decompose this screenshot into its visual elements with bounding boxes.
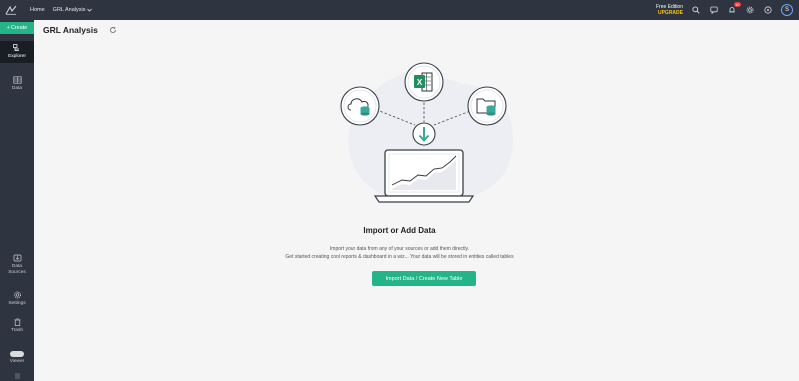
download-arrow-icon xyxy=(412,122,436,146)
sidebar-item-label: Explorer xyxy=(8,54,26,59)
empty-state-title: Import or Add Data xyxy=(363,226,436,235)
sidebar-item-trash[interactable]: Trash xyxy=(0,318,34,334)
home-link[interactable]: Home xyxy=(30,7,45,13)
chat-icon[interactable] xyxy=(709,5,719,15)
plus-icon: + xyxy=(6,25,10,31)
sidebar-item-label: Viewer xyxy=(9,359,25,364)
upgrade-link[interactable]: UPGRADE xyxy=(656,10,683,16)
sidebar-item-explorer[interactable]: Explorer xyxy=(0,41,34,63)
sidebar-item-label: Trash xyxy=(10,328,24,333)
app-logo-icon[interactable] xyxy=(0,0,22,20)
trash-icon xyxy=(14,318,20,326)
sidebar-item-settings[interactable]: Settings xyxy=(0,291,34,307)
laptop-chart-icon xyxy=(373,149,475,203)
empty-state-description-line2: Get started creating cool reports & dash… xyxy=(285,254,514,260)
sidebar-item-data[interactable]: Data xyxy=(0,76,34,92)
sidebar-item-label: Data xyxy=(11,86,23,91)
excel-icon: X xyxy=(404,62,444,102)
collapse-sidebar-button[interactable] xyxy=(0,372,34,381)
refresh-icon[interactable] xyxy=(109,26,117,34)
sidebar-item-viewer[interactable]: Viewer xyxy=(0,351,34,365)
import-data-button[interactable]: Import Data / Create New Table xyxy=(372,271,476,286)
folder-database-icon xyxy=(467,86,507,126)
explorer-icon xyxy=(12,44,19,51)
sidebar-item-label-line2: Sources xyxy=(8,269,26,275)
import-data-illustration: X xyxy=(340,62,514,203)
viewer-toggle[interactable] xyxy=(10,351,24,357)
sidebar-item-label-line1: Data xyxy=(11,264,23,269)
help-icon[interactable] xyxy=(763,5,773,15)
top-bar: Home GRL Analysis Free Edition UPGRADE 1… xyxy=(0,0,799,20)
edition-info[interactable]: Free Edition UPGRADE xyxy=(656,4,683,16)
menu-icon xyxy=(14,373,20,379)
empty-state-description-line1: Import your data from any of your source… xyxy=(329,246,470,252)
gear-icon[interactable] xyxy=(745,5,755,15)
page-title: GRL Analysis xyxy=(43,25,98,35)
workspace-dropdown[interactable]: GRL Analysis xyxy=(53,7,93,13)
table-icon xyxy=(12,76,22,84)
user-avatar[interactable]: S xyxy=(781,4,793,16)
cloud-database-icon xyxy=(340,86,380,126)
create-button[interactable]: + Create xyxy=(0,22,34,34)
sidebar: + Create Explorer Data Data Sources Sett… xyxy=(0,20,34,381)
notification-badge: 10 xyxy=(733,2,741,7)
chevron-down-icon xyxy=(87,8,93,12)
create-label: Create xyxy=(10,25,28,31)
notification-bell-icon[interactable]: 10 xyxy=(727,2,741,15)
workspace-label: GRL Analysis xyxy=(52,7,86,13)
svg-text:X: X xyxy=(417,78,423,87)
sidebar-item-label: Settings xyxy=(8,301,26,306)
gear-icon xyxy=(13,291,21,299)
search-icon[interactable] xyxy=(691,5,701,15)
